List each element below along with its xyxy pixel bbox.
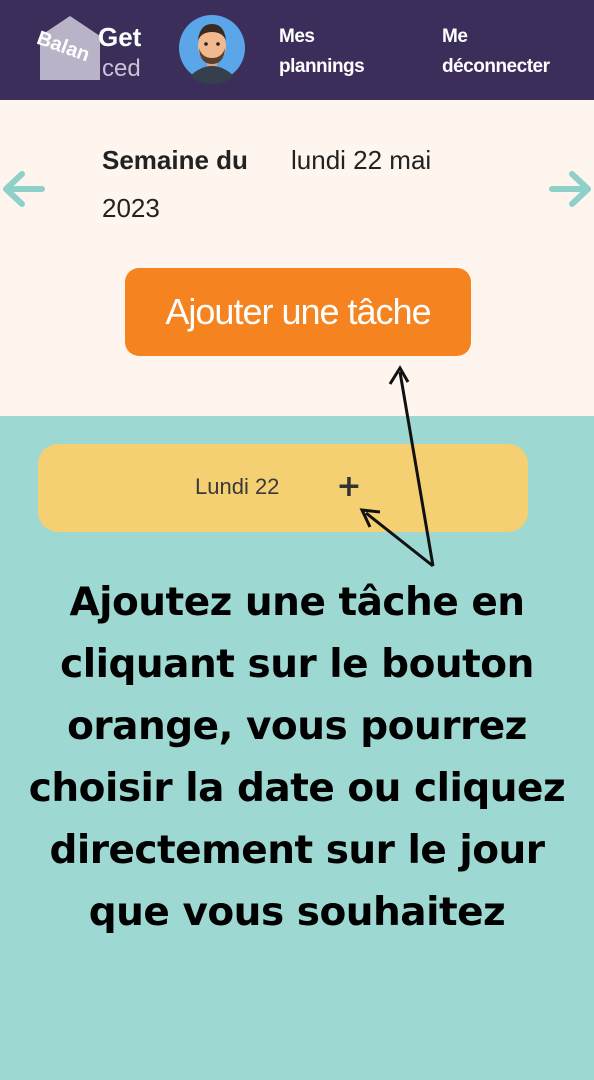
nav-plannings-line1: Mes — [279, 26, 315, 47]
logo-ced-text: ced — [102, 55, 141, 82]
week-year: 2023 — [102, 193, 160, 223]
day-add-button[interactable]: + — [334, 470, 364, 504]
logo-get-text: Get — [98, 22, 142, 52]
add-task-button[interactable]: Ajouter une tâche — [125, 268, 471, 356]
nav-plannings-line2: plannings — [279, 56, 365, 77]
day-card-monday[interactable]: Lundi 22 + — [38, 444, 528, 532]
nav-logout-line1: Me — [442, 26, 468, 47]
instruction-text: Ajoutez une tâche en cliquant sur le bou… — [28, 580, 566, 935]
get-balanced-logo[interactable]: Get Balan ced — [30, 12, 160, 84]
week-date: lundi 22 mai — [291, 145, 432, 175]
nav-logout-link[interactable]: Me déconnecter — [442, 22, 550, 82]
user-avatar-icon[interactable] — [178, 12, 246, 84]
week-label: Semaine du — [102, 145, 248, 175]
arrow-right-icon[interactable] — [548, 168, 594, 210]
top-header: Get Balan ced Mes plannings Me déconnect… — [0, 0, 594, 100]
nav-mes-plannings-link[interactable]: Mes plannings — [279, 22, 365, 82]
day-label: Lundi 22 — [195, 474, 280, 499]
nav-logout-line2: déconnecter — [442, 56, 550, 77]
arrow-left-icon[interactable] — [0, 168, 46, 210]
